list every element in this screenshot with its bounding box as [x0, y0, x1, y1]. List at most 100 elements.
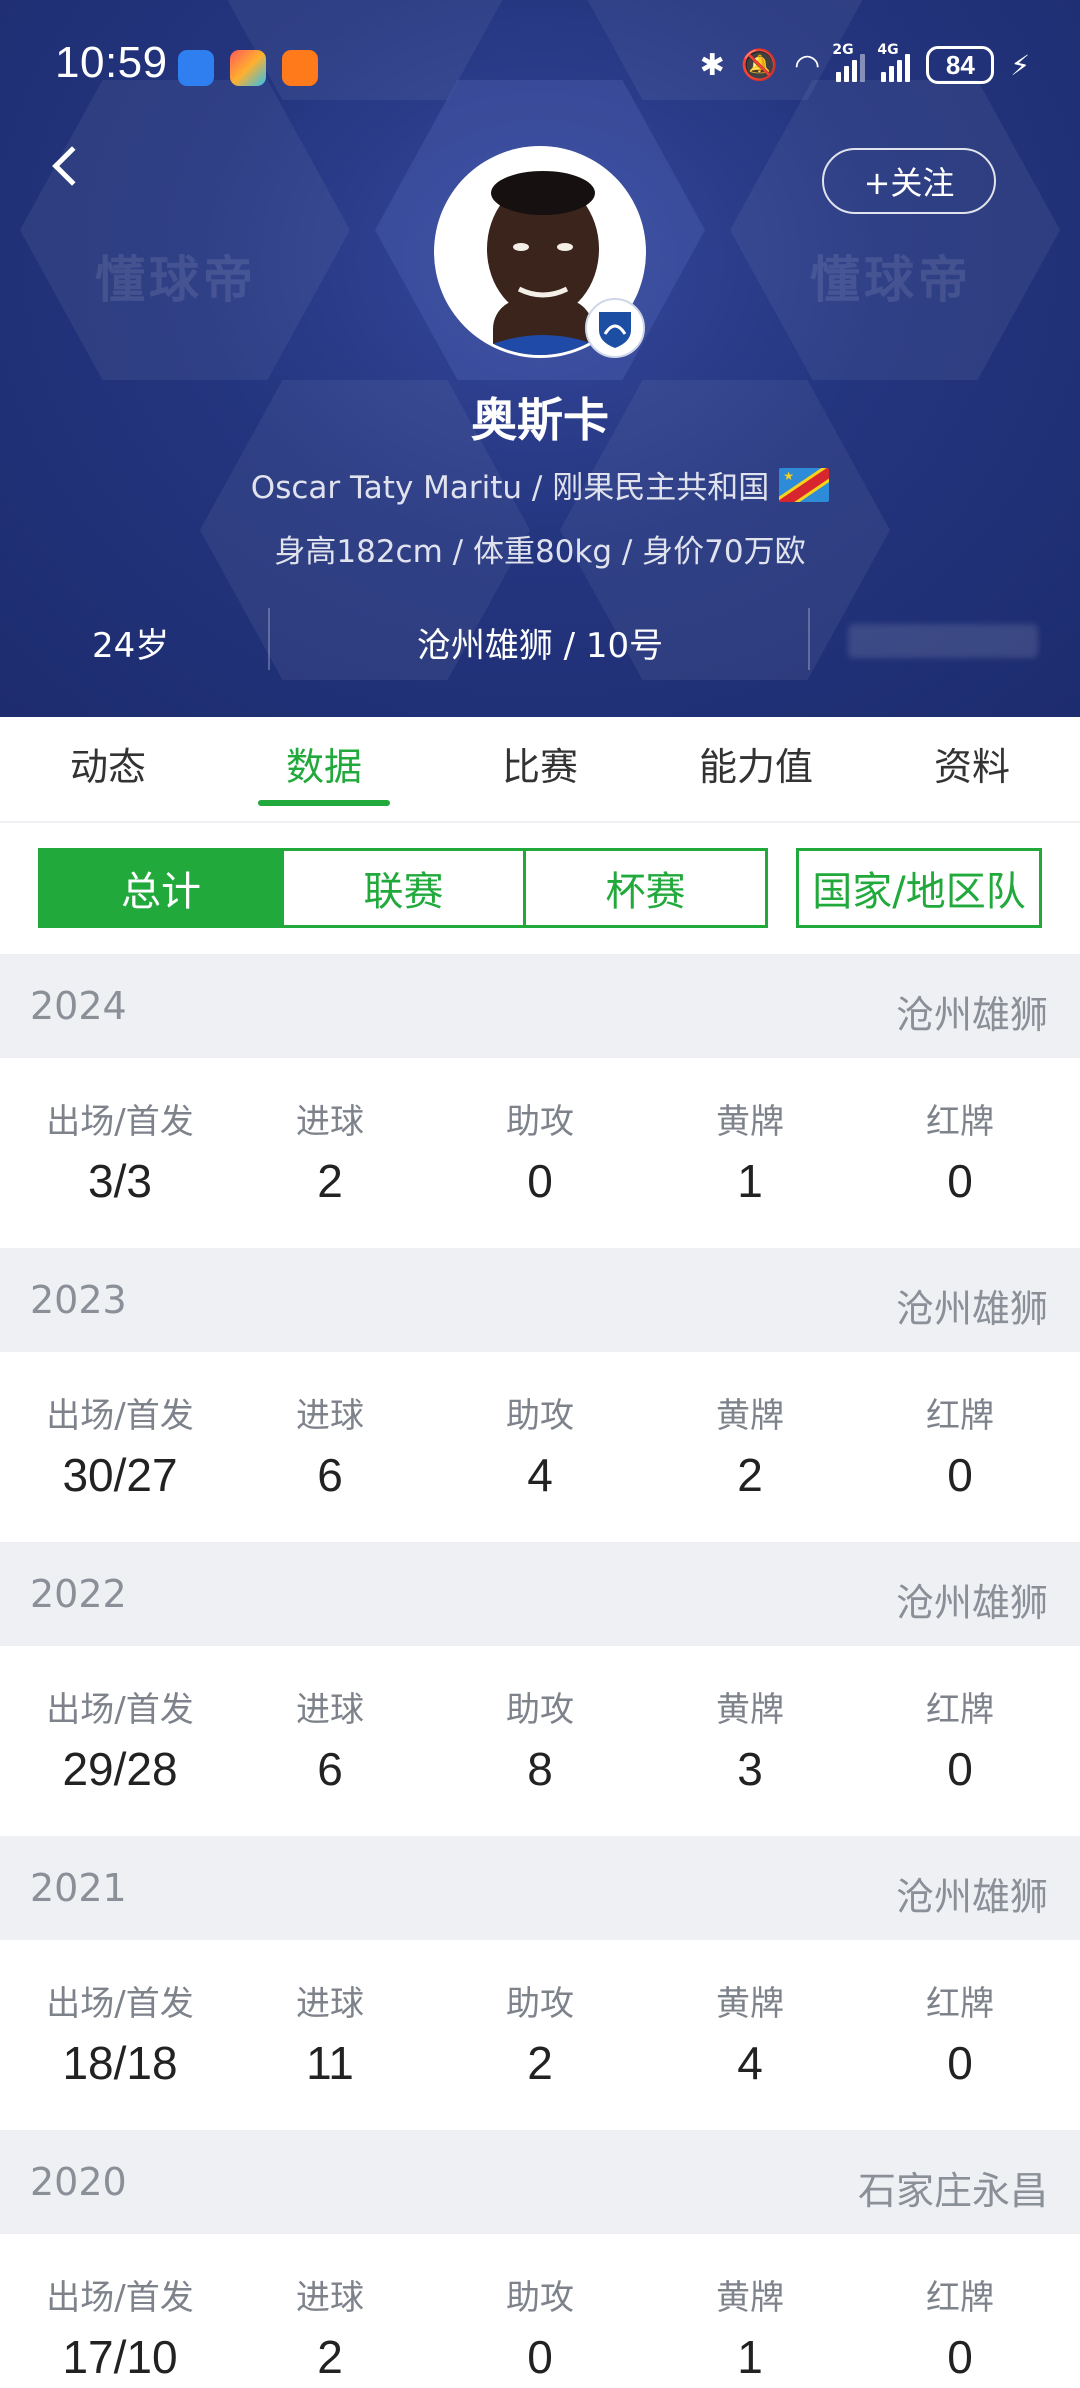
player-header: 懂球帝 懂球帝 10:59 ✱ 🔕 ◠ 2G 4G 84 ⚡ +关注 奥斯卡 O… [0, 0, 1080, 717]
signal-4g-icon: 4G [877, 42, 911, 82]
filter-national-team-button[interactable]: 国家/地区队 [796, 848, 1042, 928]
signal-2g-icon: 2G [832, 42, 866, 82]
season-stats-row: 出场/首发 3/3 进球 2 助攻 0 黄牌 1 红牌 0 [0, 1058, 1080, 1248]
player-name: 奥斯卡 [471, 393, 609, 447]
stat-label: 助攻 [506, 1984, 574, 2024]
season-year: 2020 [30, 2160, 127, 2204]
season-header: 2021 沧州雄狮 [0, 1836, 1080, 1940]
main-tabs: 动态 数据 比赛 能力值 资料 [0, 717, 1080, 821]
season-club[interactable]: 沧州雄狮 [896, 984, 1048, 1039]
stat-label: 助攻 [506, 2278, 574, 2318]
stat-label: 进球 [296, 1984, 364, 2024]
app-notification-icon [230, 50, 266, 86]
stat-value: 29/28 [62, 1743, 178, 1795]
stat-label: 进球 [296, 2278, 364, 2318]
tab-profile[interactable]: 资料 [864, 717, 1080, 821]
club-badge-icon [585, 298, 645, 358]
season-header: 2022 沧州雄狮 [0, 1542, 1080, 1646]
charging-icon: ⚡ [1010, 48, 1030, 82]
season-club[interactable]: 沧州雄狮 [896, 1278, 1048, 1333]
stat-value: 0 [947, 1743, 973, 1795]
stat-label: 进球 [296, 1102, 364, 1142]
stat-value: 2 [527, 2037, 553, 2089]
stat-value: 6 [317, 1449, 343, 1501]
bluetooth-icon: ✱ [699, 47, 725, 83]
stat-value: 1 [737, 2331, 763, 2383]
season-club[interactable]: 沧州雄狮 [896, 1572, 1048, 1627]
stat-value: 4 [737, 2037, 763, 2089]
watermark: 懂球帝 [95, 251, 257, 309]
bg-hexagon [730, 80, 1060, 380]
stat-value: 1 [737, 1155, 763, 1207]
tab-matches[interactable]: 比赛 [432, 717, 648, 821]
blurred-info [848, 624, 1038, 658]
filter-league-button[interactable]: 联赛 [281, 848, 526, 928]
player-nationality: Oscar Taty Maritu / 刚果民主共和国 ★ [0, 462, 1080, 507]
stat-value: 8 [527, 1743, 553, 1795]
stat-label: 助攻 [506, 1396, 574, 1436]
stat-value: 2 [737, 1449, 763, 1501]
filter-cup-button[interactable]: 杯赛 [523, 848, 768, 928]
player-info-row: 24岁 沧州雄狮 / 10号 [0, 608, 1080, 674]
follow-button[interactable]: +关注 [822, 148, 996, 214]
season-stats-row: 出场/首发 29/28 进球 6 助攻 8 黄牌 3 红牌 0 [0, 1646, 1080, 1836]
stat-value: 0 [527, 1155, 553, 1207]
stat-label: 黄牌 [716, 1984, 784, 2024]
season-year: 2022 [30, 1572, 127, 1616]
filter-total-button[interactable]: 总计 [38, 848, 284, 928]
stat-value: 0 [947, 2331, 973, 2383]
mute-icon: 🔕 [740, 47, 779, 83]
stat-label: 出场/首发 [46, 1984, 194, 2024]
stat-value: 30/27 [62, 1449, 178, 1501]
season-header: 2023 沧州雄狮 [0, 1248, 1080, 1352]
stat-label: 红牌 [926, 2278, 994, 2318]
stat-label: 出场/首发 [46, 2278, 194, 2318]
season-club[interactable]: 石家庄永昌 [858, 2160, 1048, 2215]
stat-label: 黄牌 [716, 1102, 784, 1142]
stat-value: 4 [527, 1449, 553, 1501]
stat-value: 0 [947, 1155, 973, 1207]
app-notification-icon [178, 50, 214, 86]
stat-label: 出场/首发 [46, 1396, 194, 1436]
stat-label: 出场/首发 [46, 1102, 194, 1142]
wifi-icon: ◠ [794, 47, 821, 83]
stat-label: 黄牌 [716, 2278, 784, 2318]
season-header: 2020 石家庄永昌 [0, 2130, 1080, 2234]
stat-label: 进球 [296, 1396, 364, 1436]
stat-value: 0 [947, 1449, 973, 1501]
season-year: 2024 [30, 984, 127, 1028]
stat-value: 11 [306, 2037, 354, 2089]
stat-value: 3 [737, 1743, 763, 1795]
stat-value: 0 [527, 2331, 553, 2383]
stat-value: 2 [317, 1155, 343, 1207]
divider [0, 821, 1080, 823]
status-time: 10:59 [55, 38, 168, 87]
stat-value: 6 [317, 1743, 343, 1795]
stat-label: 红牌 [926, 1690, 994, 1730]
season-header: 2024 沧州雄狮 [0, 954, 1080, 1058]
stat-value: 2 [317, 2331, 343, 2383]
status-bar: 10:59 ✱ 🔕 ◠ 2G 4G 84 ⚡ [0, 38, 1080, 98]
app-notification-icon [282, 50, 318, 86]
player-fullname-country: Oscar Taty Maritu / 刚果民主共和国 [250, 470, 770, 506]
stat-label: 红牌 [926, 1102, 994, 1142]
tab-news[interactable]: 动态 [0, 717, 216, 821]
watermark: 懂球帝 [810, 251, 972, 309]
stat-label: 黄牌 [716, 1396, 784, 1436]
season-club[interactable]: 沧州雄狮 [896, 1866, 1048, 1921]
stat-value: 18/18 [62, 2037, 178, 2089]
player-body-info: 身高182cm / 体重80kg / 身价70万欧 [274, 534, 806, 570]
stat-label: 助攻 [506, 1690, 574, 1730]
divider [808, 608, 810, 670]
stat-value: 0 [947, 2037, 973, 2089]
season-year: 2021 [30, 1866, 127, 1910]
stat-label: 黄牌 [716, 1690, 784, 1730]
season-stats-row: 出场/首发 17/10 进球 2 助攻 0 黄牌 1 红牌 0 [0, 2234, 1080, 2388]
tab-ability[interactable]: 能力值 [648, 717, 864, 821]
stat-label: 红牌 [926, 1396, 994, 1436]
bg-hexagon [20, 80, 350, 380]
battery-icon: 84 [926, 46, 995, 84]
stat-label: 出场/首发 [46, 1690, 194, 1730]
season-stats-row: 出场/首发 18/18 进球 11 助攻 2 黄牌 4 红牌 0 [0, 1940, 1080, 2130]
stat-label: 红牌 [926, 1984, 994, 2024]
